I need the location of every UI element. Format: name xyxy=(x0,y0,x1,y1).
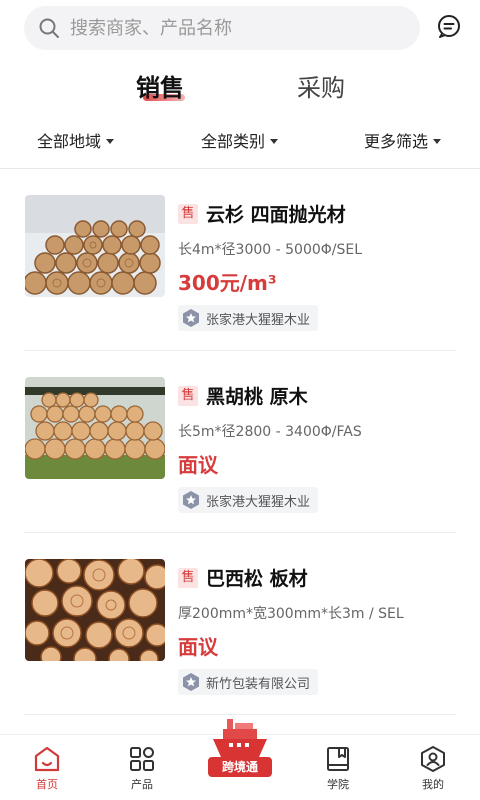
product-spec: 厚200mm*宽300mm*长3m / SEL xyxy=(178,606,404,622)
seller-tag[interactable]: 张家港大猩猩木业 xyxy=(178,487,319,513)
product-title-row: 售 云杉 四面抛光材 xyxy=(178,200,346,227)
nav-mine-label: 我的 xyxy=(422,778,444,791)
caret-down-icon xyxy=(106,138,115,144)
filter-bar: 全部地域 全部类别 更多筛选 xyxy=(0,122,480,158)
grid-icon xyxy=(130,747,154,771)
seller-name: 张家港大猩猩木业 xyxy=(206,494,311,510)
product-title-row: 售 巴西松 板材 xyxy=(178,564,308,591)
tab-purchase[interactable]: 采购 xyxy=(297,68,345,103)
nav-products[interactable]: 产品 xyxy=(112,745,172,792)
star-badge-icon xyxy=(183,309,199,327)
product-card[interactable]: 售 云杉 四面抛光材 长4m*径3000 - 5000Φ/SEL 300元/m³… xyxy=(0,169,480,351)
log-pile-image xyxy=(25,377,165,479)
app-screen: 销售 采购 全部地域 全部类别 更多筛选 xyxy=(0,0,480,800)
product-card[interactable]: 售 黑胡桃 原木 长5m*径2800 - 3400Φ/FAS 面议 张家港大猩猩… xyxy=(0,351,480,533)
sale-badge: 售 xyxy=(178,203,198,224)
search-icon xyxy=(39,18,59,38)
star-badge-icon xyxy=(183,673,199,691)
nav-cross-border[interactable]: 跨境通 xyxy=(205,713,275,783)
filter-more-label: 更多筛选 xyxy=(364,132,429,151)
user-icon xyxy=(421,746,445,772)
filter-category[interactable]: 全部类别 xyxy=(201,128,279,152)
nav-cross-border-label: 跨境通 xyxy=(208,757,272,777)
nav-products-label: 产品 xyxy=(131,778,153,791)
product-title-row: 售 黑胡桃 原木 xyxy=(178,382,308,409)
product-spec: 长5m*径2800 - 3400Φ/FAS xyxy=(178,424,362,440)
trade-tabs: 销售 采购 xyxy=(0,62,480,110)
nav-academy-label: 学院 xyxy=(327,778,349,791)
star-badge-icon xyxy=(183,491,199,509)
product-spec: 长4m*径3000 - 5000Φ/SEL xyxy=(178,242,363,258)
filter-region[interactable]: 全部地域 xyxy=(37,128,115,152)
sale-badge: 售 xyxy=(178,385,198,406)
seller-tag[interactable]: 新竹包装有限公司 xyxy=(178,669,319,695)
bottom-nav: 首页 产品 跨境通 学院 我的 xyxy=(0,719,480,800)
nav-home-label: 首页 xyxy=(36,778,58,791)
message-icon[interactable] xyxy=(436,13,462,39)
product-image[interactable] xyxy=(25,559,165,661)
search-input[interactable] xyxy=(70,17,390,39)
filter-more[interactable]: 更多筛选 xyxy=(364,128,442,152)
book-icon xyxy=(327,747,349,771)
tab-purchase-label: 采购 xyxy=(297,74,345,102)
sale-badge: 售 xyxy=(178,567,198,588)
product-title[interactable]: 云杉 四面抛光材 xyxy=(206,200,346,227)
product-price: 300元/m³ xyxy=(178,271,277,295)
tab-sale-label: 销售 xyxy=(136,74,184,102)
log-ends-image xyxy=(25,559,165,661)
product-image[interactable] xyxy=(25,195,165,297)
nav-mine[interactable]: 我的 xyxy=(403,745,463,792)
search-bar xyxy=(24,6,462,50)
product-title[interactable]: 巴西松 板材 xyxy=(206,564,308,591)
seller-tag[interactable]: 张家港大猩猩木业 xyxy=(178,305,319,331)
product-image[interactable] xyxy=(25,377,165,479)
home-icon xyxy=(34,746,60,772)
nav-academy[interactable]: 学院 xyxy=(308,745,368,792)
caret-down-icon xyxy=(433,138,442,144)
product-price: 面议 xyxy=(178,453,218,477)
product-card[interactable]: 售 巴西松 板材 厚200mm*宽300mm*长3m / SEL 面议 新竹包装… xyxy=(0,533,480,715)
seller-name: 新竹包装有限公司 xyxy=(206,676,311,692)
filter-region-label: 全部地域 xyxy=(37,132,102,151)
search-box[interactable] xyxy=(24,6,420,50)
log-stack-image xyxy=(25,195,165,297)
nav-home[interactable]: 首页 xyxy=(17,745,77,792)
filter-category-label: 全部类别 xyxy=(201,132,266,151)
caret-down-icon xyxy=(270,138,279,144)
product-price: 面议 xyxy=(178,635,218,659)
seller-name: 张家港大猩猩木业 xyxy=(206,312,311,328)
product-title[interactable]: 黑胡桃 原木 xyxy=(206,382,308,409)
tab-sale[interactable]: 销售 xyxy=(136,68,184,103)
